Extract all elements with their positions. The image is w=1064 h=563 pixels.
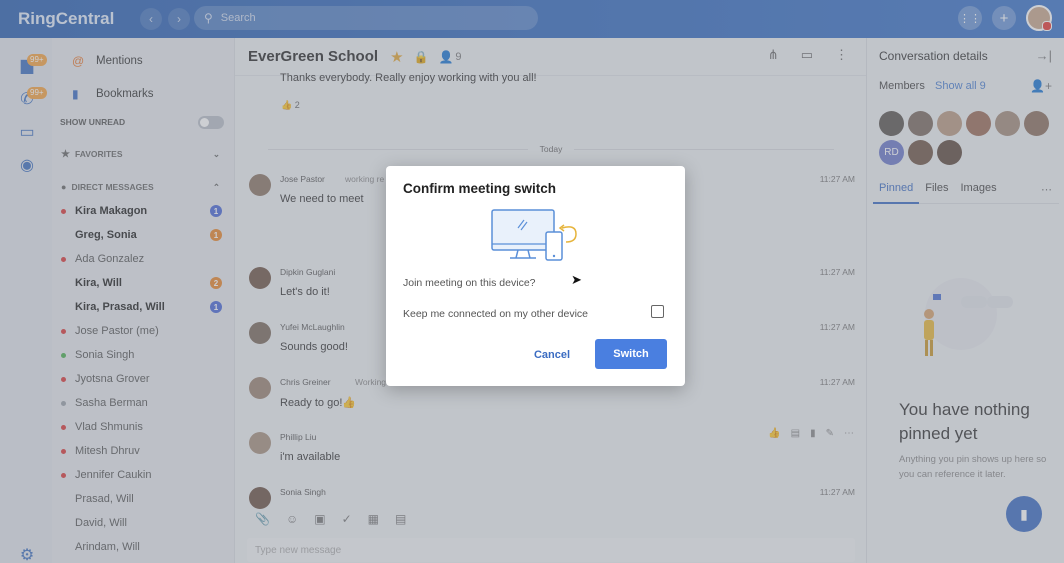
cancel-button[interactable]: Cancel bbox=[526, 343, 578, 367]
keep-connected-label: Keep me connected on my other device bbox=[403, 308, 589, 320]
dialog-question: Join meeting on this device? bbox=[403, 277, 536, 289]
keep-connected-checkbox[interactable] bbox=[651, 305, 664, 318]
confirm-meeting-switch-dialog: Confirm meeting switch Join meeting on t… bbox=[386, 166, 685, 386]
device-switch-illustration bbox=[491, 209, 577, 261]
dialog-title: Confirm meeting switch bbox=[403, 181, 557, 196]
switch-button[interactable]: Switch bbox=[595, 339, 667, 369]
mouse-cursor-icon: ➤ bbox=[571, 272, 582, 287]
